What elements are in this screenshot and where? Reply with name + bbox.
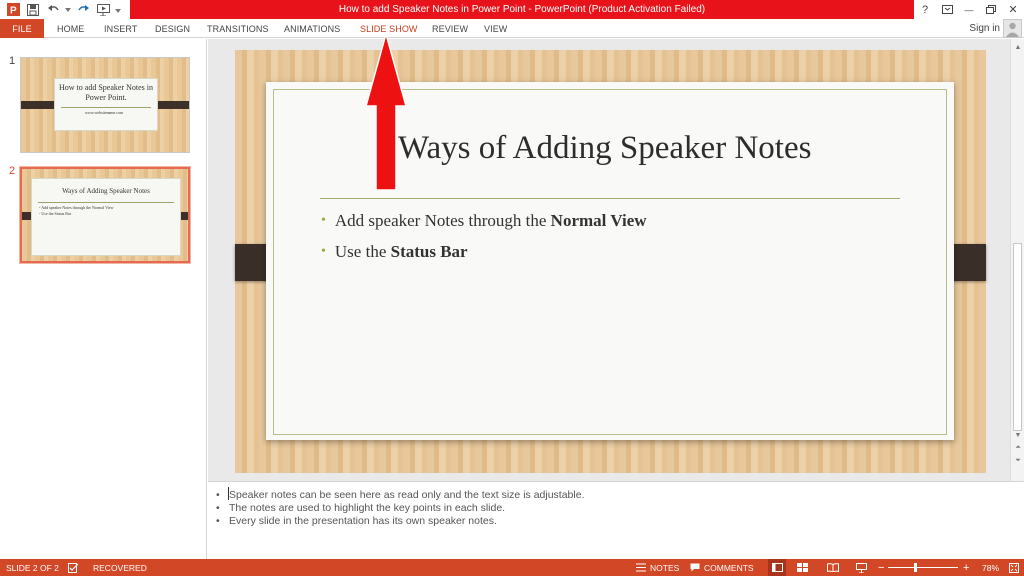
note-text: Speaker notes can be seen here as read o…: [229, 489, 585, 501]
tab-design[interactable]: DESIGN: [155, 19, 190, 38]
start-from-beginning-icon[interactable]: [94, 1, 112, 18]
note-text: Every slide in the presentation has its …: [229, 515, 497, 527]
quick-access-toolbar: P: [0, 0, 122, 19]
window-controls: ? — ✕: [914, 0, 1024, 19]
note-line: • Speaker notes can be seen here as read …: [216, 489, 584, 501]
undo-icon[interactable]: [44, 1, 62, 18]
undo-dropdown-icon[interactable]: [64, 1, 72, 18]
slide-show-button[interactable]: [856, 559, 867, 576]
zoom-out-button[interactable]: −: [878, 559, 884, 576]
thumbnail-number: 1: [9, 55, 16, 67]
slide-indicator: SLIDE 2 OF 2: [6, 562, 59, 573]
bullet-text: Use the: [334, 242, 391, 261]
slide-sorter-icon: [797, 563, 808, 572]
close-button[interactable]: ✕: [1002, 0, 1024, 19]
sign-in-link[interactable]: Sign in: [969, 19, 1000, 38]
restore-button[interactable]: [980, 0, 1002, 19]
normal-view-button[interactable]: [768, 559, 786, 576]
zoom-slider-track[interactable]: [888, 567, 958, 568]
text-cursor: [228, 487, 229, 500]
zoom-level[interactable]: 78%: [982, 559, 999, 576]
tab-file[interactable]: FILE: [0, 19, 44, 38]
notes-label: NOTES: [650, 562, 680, 573]
thumbnail-bullet-text: Add speaker Notes through the Normal Vie…: [41, 205, 114, 210]
red-arrow-annotation: [366, 34, 406, 190]
scroll-down-icon[interactable]: ▼: [1011, 429, 1024, 441]
comments-label: COMMENTS: [704, 562, 754, 573]
tab-review[interactable]: REVIEW: [432, 19, 468, 38]
zoom-in-button[interactable]: +: [963, 559, 969, 576]
thumbnail-subtitle: www.websitename.com: [85, 110, 124, 115]
title-bar: P How to add Speaker Notes in Power Poin…: [0, 0, 1024, 19]
window-title: How to add Speaker Notes in Power Point …: [130, 0, 914, 19]
slide-thumbnail-1[interactable]: How to add Speaker Notes in Power Point.…: [20, 57, 190, 153]
vertical-scrollbar[interactable]: ▲ ▼ ⏶ ⏷: [1010, 39, 1024, 481]
tab-transitions[interactable]: TRANSITIONS: [207, 19, 269, 38]
title-divider: [320, 198, 900, 199]
notes-pane[interactable]: • Speaker notes can be seen here as read …: [208, 481, 1024, 559]
svg-text:P: P: [10, 6, 17, 17]
slide-bullet-2[interactable]: • Use the Status Bar: [321, 242, 468, 262]
note-text: The notes are used to highlight the key …: [229, 502, 506, 514]
slide-thumbnail-pane: 1 How to add Speaker Notes in Power Poin…: [0, 39, 207, 559]
tab-home[interactable]: HOME: [57, 19, 84, 38]
save-icon[interactable]: [24, 1, 42, 18]
reading-view-icon: [827, 563, 839, 572]
previous-slide-icon[interactable]: ⏶: [1011, 442, 1024, 454]
fit-slide-button[interactable]: [1009, 559, 1019, 576]
thumbnail-rule: [61, 107, 151, 108]
thumbnail-number: 2: [9, 165, 16, 177]
reading-view-button[interactable]: [827, 559, 839, 576]
notes-button[interactable]: NOTES: [636, 559, 679, 576]
recovered-status: RECOVERED: [93, 562, 147, 573]
thumbnail-bullet: • Add speaker Notes through the Normal V…: [39, 205, 114, 210]
next-slide-icon[interactable]: ⏷: [1011, 455, 1024, 467]
tab-animations[interactable]: ANIMATIONS: [284, 19, 340, 38]
slide-show-icon: [856, 562, 867, 573]
note-bullet: •: [216, 502, 220, 514]
customize-toolbar-icon[interactable]: [114, 1, 122, 18]
notes-icon: [636, 563, 646, 572]
slide-thumbnail-2[interactable]: Ways of Adding Speaker Notes • Add speak…: [20, 167, 190, 263]
slide-bullet-1[interactable]: • Add speaker Notes through the Normal V…: [321, 211, 647, 231]
zoom-slider-thumb[interactable]: [914, 563, 917, 572]
spell-check-icon[interactable]: [68, 559, 79, 576]
thumbnail-title: How to add Speaker Notes in Power Point.: [59, 83, 153, 102]
avatar[interactable]: [1003, 19, 1022, 38]
bullet-glyph: •: [321, 213, 326, 228]
comments-icon: [690, 563, 700, 572]
scrollbar-thumb[interactable]: [1013, 243, 1022, 431]
powerpoint-logo-icon[interactable]: P: [4, 1, 22, 18]
help-button[interactable]: ?: [914, 0, 936, 19]
thumbnail-title: Ways of Adding Speaker Notes: [62, 187, 150, 195]
thumbnail-bullet-text: Use the Status Bar: [41, 211, 72, 216]
fit-slide-icon: [1009, 562, 1019, 573]
bullet-glyph: •: [321, 244, 326, 259]
scroll-up-icon[interactable]: ▲: [1011, 41, 1024, 53]
bullet-bold-text: Status Bar: [390, 242, 468, 261]
redo-icon[interactable]: [74, 1, 92, 18]
ribbon-display-options-button[interactable]: [936, 0, 958, 19]
note-bullet: •: [216, 515, 220, 527]
note-line: • The notes are used to highlight the key…: [216, 502, 505, 514]
thumbnail-bullet: • Use the Status Bar: [39, 211, 72, 216]
thumbnail-rule: [38, 202, 174, 203]
minimize-button[interactable]: —: [958, 0, 980, 19]
bullet-bold-text: Normal View: [550, 211, 647, 230]
ribbon-tabs: FILE HOME INSERT DESIGN TRANSITIONS ANIM…: [0, 19, 1024, 38]
normal-view-icon: [771, 563, 783, 572]
tab-view[interactable]: VIEW: [484, 19, 507, 38]
comments-button[interactable]: COMMENTS: [690, 559, 754, 576]
bullet-text: Add speaker Notes through the: [334, 211, 551, 230]
slide-sorter-button[interactable]: [797, 559, 808, 576]
tab-insert[interactable]: INSERT: [104, 19, 137, 38]
slide-title[interactable]: Ways of Adding Speaker Notes: [398, 130, 838, 167]
note-line: • Every slide in the presentation has its…: [216, 515, 497, 527]
status-bar: SLIDE 2 OF 2 RECOVERED NOTES COMMENTS − …: [0, 559, 1024, 576]
